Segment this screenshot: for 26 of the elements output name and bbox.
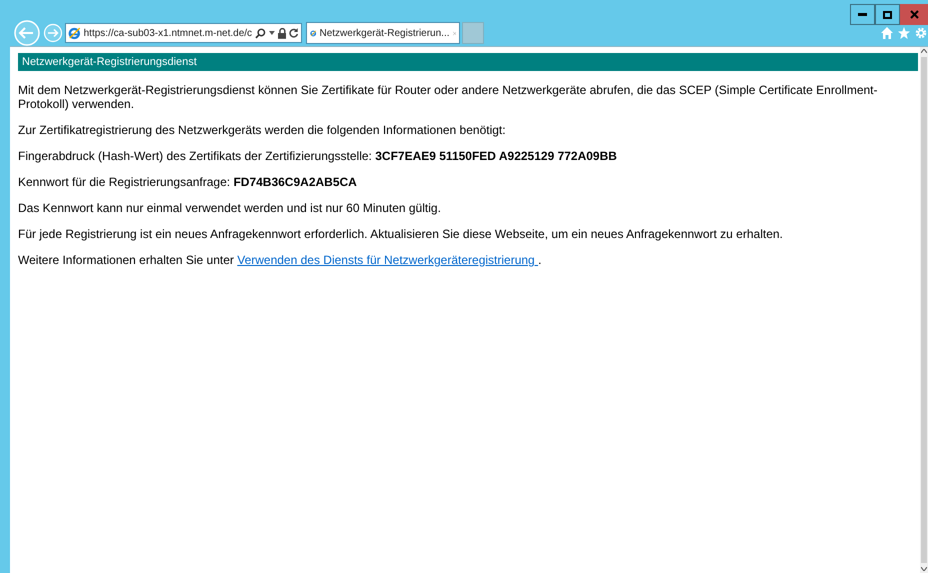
scroll-up-icon[interactable] — [921, 49, 927, 53]
address-bar[interactable]: https://ca-sub03-x1.ntmnet.m-net.de/c — [65, 23, 302, 43]
address-text: https://ca-sub03-x1.ntmnet.m-net.de/c — [84, 26, 252, 40]
paragraph: Mit dem Netzwerkgerät-Registrierungsdienst können Sie Zertifikate für Router oder andere Netzwerkgeräte abrufen, die das SCEP (Simple Certificate Enrollment-Protokoll) verwenden. — [18, 83, 878, 111]
scrollbar[interactable] — [920, 47, 928, 573]
page-header: Netzwerkgerät-Registrierungsdienst — [18, 53, 918, 71]
paragraph: Kennwort für die Registrierungsanfrage: FD74B36C9A2AB5CA — [18, 175, 358, 189]
info-text: Weitere Informationen erhalten Sie unter — [18, 253, 235, 267]
paragraph: Für jede Registrierung ist ein neues Anfragekennwort erforderlich. Aktualisieren Sie diese Webseite, um ein neues Anfragekennwort zu erhalten. — [18, 227, 784, 241]
search-icon[interactable] — [255, 28, 266, 38]
paragraph: Zur Zertifikatregistrierung des Netzwerkgeräts werden die folgenden Informationen benötigt: — [18, 123, 507, 137]
period-text: . — [538, 253, 542, 267]
dropdown-icon[interactable] — [268, 31, 275, 35]
minimize-button[interactable] — [850, 4, 875, 25]
tab-title: Netzwerkgerät-Registrierun... — [319, 26, 450, 40]
refresh-icon[interactable] — [289, 28, 299, 38]
help-link[interactable]: Verwenden des Diensts für Netzwerkgeräteregistrierung — [237, 253, 538, 267]
browser-icon — [68, 26, 81, 40]
paragraph: Fingerabdruck (Hash-Wert) des Zertifikats der Zertifizierungsstelle: 3CF7EAE9 51150FED A9225129 772A09BB — [18, 149, 618, 163]
scroll-down-icon[interactable] — [921, 567, 927, 571]
star-icon[interactable] — [898, 27, 910, 39]
browser-tab[interactable]: Netzwerkgerät-Registrierun... — [306, 22, 460, 44]
paragraph: Das Kennwort kann nur einmal verwendet werden und ist nur 60 Minuten gültig. — [18, 201, 442, 215]
close-button[interactable] — [900, 4, 928, 25]
close-icon — [910, 10, 918, 19]
lock-icon — [278, 28, 286, 38]
